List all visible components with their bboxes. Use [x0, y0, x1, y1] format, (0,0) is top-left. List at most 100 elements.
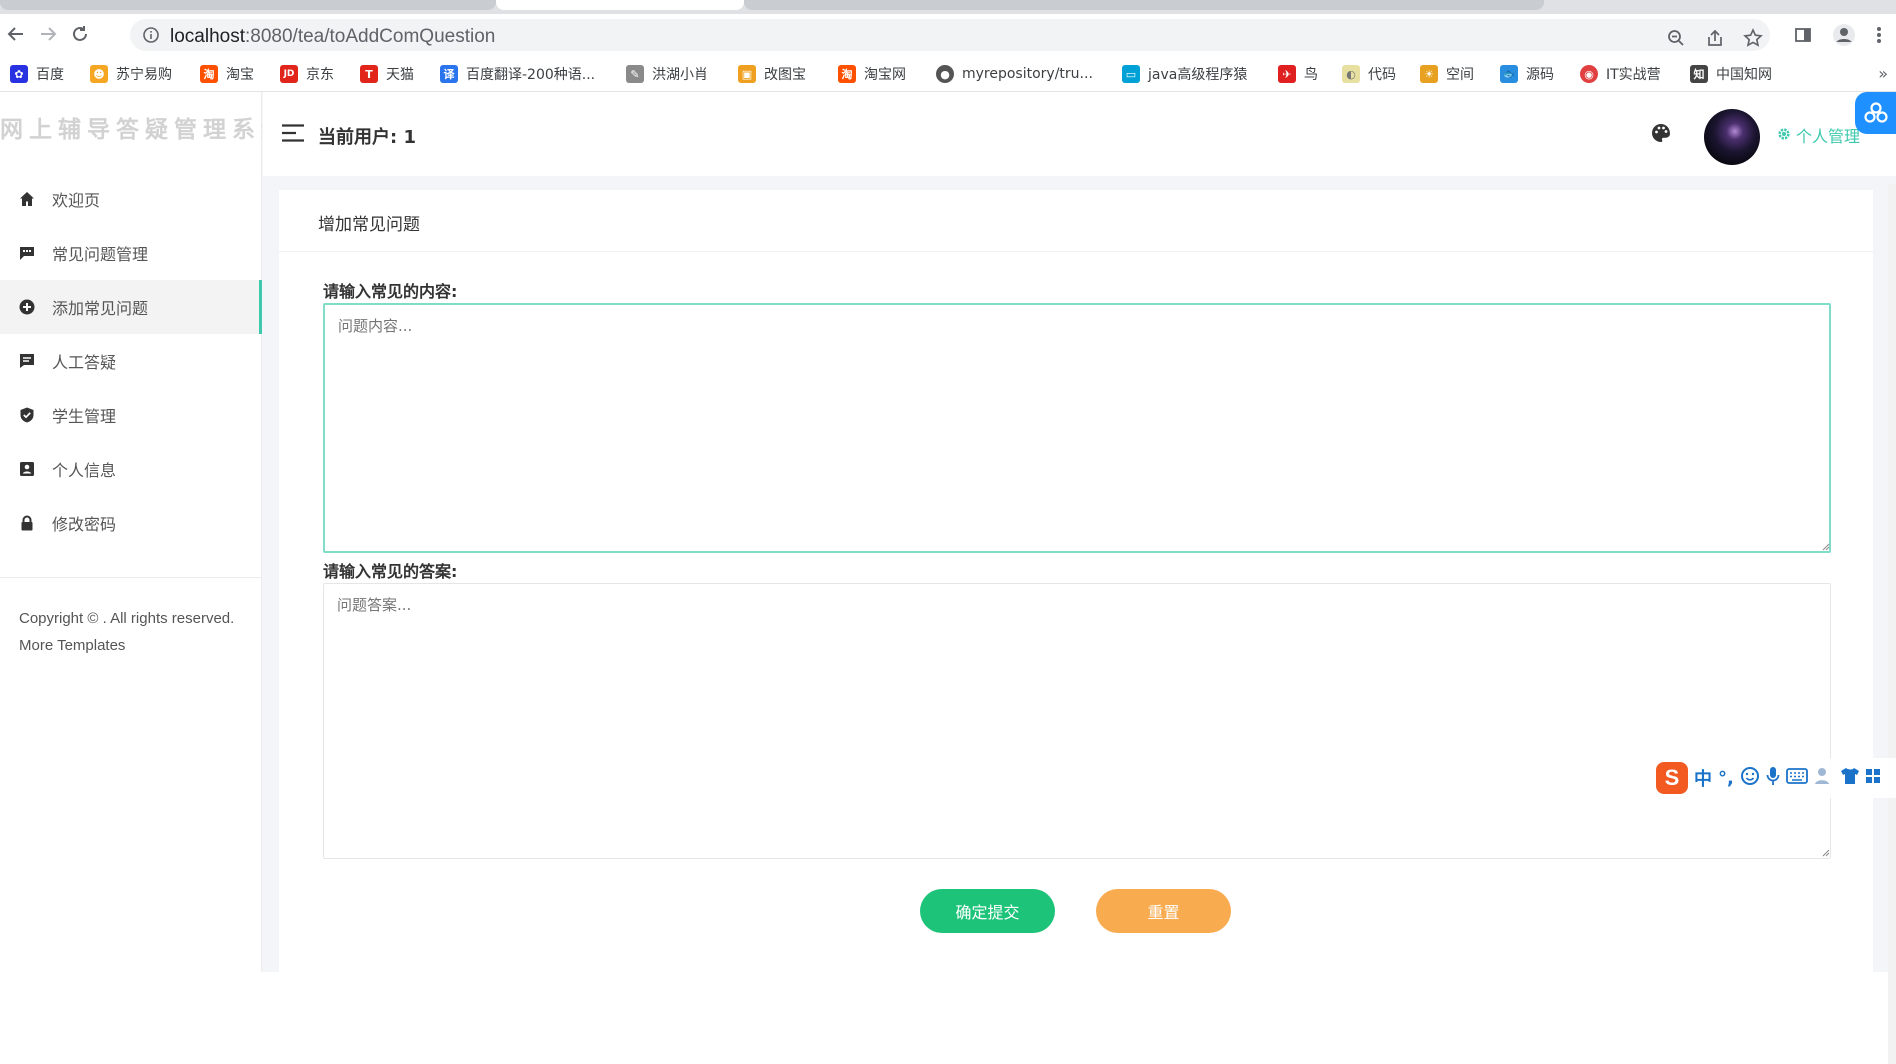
menu-kebab-icon[interactable] [1866, 22, 1892, 48]
profile-icon[interactable] [1831, 22, 1857, 48]
sidebar-item-manual-qa[interactable]: 人工答疑 [0, 334, 262, 388]
sidebar-item-label: 个人信息 [52, 461, 117, 480]
hamburger-menu-icon[interactable] [282, 124, 304, 146]
bookmark-item[interactable]: T 天猫 [360, 64, 414, 84]
resize-handle-icon[interactable] [1820, 847, 1830, 857]
sidebar-item-label: 学生管理 [52, 407, 117, 426]
sidebar-item-add-faq[interactable]: 添加常见问题 [0, 280, 262, 334]
bookmark-item[interactable]: 知中国知网 [1690, 64, 1772, 84]
cloud-widget-icon[interactable] [1855, 92, 1896, 134]
sidebar-item-welcome[interactable]: 欢迎页 [0, 172, 262, 226]
side-panel-icon[interactable] [1790, 22, 1816, 48]
ime-mode-toggle[interactable]: 中 [1694, 765, 1712, 791]
bookmark-item[interactable]: ☀ 空间 [1420, 64, 1474, 84]
bookmarks-bar: ✿ 百度 ☻ 苏宁易购 淘淘宝 JD 京东 T 天猫 译百度翻译-200种语... ✎ 洪… [0, 56, 1896, 92]
share-icon[interactable] [1704, 27, 1726, 49]
avatar[interactable] [1704, 109, 1760, 165]
ime-toolbar: S 中 °, [1652, 758, 1896, 798]
bookmark-item[interactable]: JD 京东 [280, 64, 334, 84]
zoom-icon[interactable] [1665, 27, 1687, 49]
user-settings-icon[interactable] [1814, 767, 1834, 789]
comment-icon [18, 244, 36, 262]
browser-toolbar: localhost:8080/tea/toAddComQuestion [0, 14, 1896, 54]
question-content-textarea[interactable] [323, 303, 1831, 553]
profile-management-dropdown[interactable]: 个人管理 [1777, 123, 1860, 147]
forward-icon[interactable] [36, 22, 60, 46]
resize-handle-icon[interactable] [1820, 541, 1830, 551]
bookmark-favicon-icon: ◐ [1342, 65, 1360, 83]
reset-button[interactable]: 重置 [1096, 889, 1231, 933]
browser-tab-active[interactable] [496, 0, 744, 10]
app-logo-text: 网上辅导答疑管理系统 [0, 116, 262, 143]
bookmark-item[interactable]: 淘淘宝网 [838, 64, 906, 84]
shield-check-icon [18, 406, 36, 424]
top-header: 当前用户: 1 个人管理 [263, 92, 1896, 176]
toolbox-grid-icon[interactable] [1865, 767, 1880, 789]
message-icon [18, 352, 36, 370]
microphone-icon[interactable] [1766, 766, 1780, 790]
bookmark-item[interactable]: ◉ IT实战营 [1580, 64, 1661, 84]
sidebar-item-label: 常见问题管理 [52, 245, 149, 264]
keyboard-icon[interactable] [1785, 768, 1808, 788]
add-faq-panel: 增加常见问题 请输入常见的内容: 请输入常见的答案: 确定提交 重置 [279, 190, 1873, 972]
bookmark-favicon-icon: ● [936, 65, 954, 83]
sidebar-item-faq-management[interactable]: 常见问题管理 [0, 226, 262, 280]
bookmark-item[interactable]: 🐟 源码 [1500, 64, 1554, 84]
bookmark-item[interactable]: ✿ 百度 [10, 64, 64, 84]
lock-icon [18, 514, 36, 532]
bookmark-star-icon[interactable] [1742, 27, 1764, 49]
sidebar-item-student-management[interactable]: 学生管理 [0, 388, 262, 442]
current-user-label: 当前用户: 1 [318, 127, 416, 148]
bookmarks-overflow-icon[interactable]: » [1878, 64, 1888, 83]
bookmark-item[interactable]: ✈ 鸟 [1278, 64, 1318, 84]
browser-tab[interactable] [744, 0, 1544, 10]
sogou-ime-logo-icon[interactable]: S [1656, 762, 1688, 794]
address-bar[interactable]: localhost:8080/tea/toAddComQuestion [130, 19, 1770, 51]
ime-punctuation-toggle[interactable]: °, [1718, 768, 1734, 789]
contact-card-icon [18, 460, 36, 478]
page-scrollbar[interactable] [1888, 184, 1896, 1064]
submit-button[interactable]: 确定提交 [920, 889, 1055, 933]
bookmark-favicon-icon: ▭ [1122, 65, 1140, 83]
bookmark-favicon-icon: ▣ [738, 65, 756, 83]
copyright-text: Copyright © . All rights reserved. More … [19, 610, 235, 654]
sidebar: 网上辅导答疑管理系统 欢迎页 常见问题管理 添加常见问题 人工答疑 学生管理 个… [0, 92, 262, 972]
bookmark-favicon-icon: 译 [440, 65, 458, 83]
bookmark-item[interactable]: ▭ java高级程序猿 [1122, 64, 1247, 84]
bookmark-item[interactable]: 译百度翻译-200种语... [440, 64, 595, 84]
skin-shirt-icon[interactable] [1840, 767, 1860, 789]
profile-management-label: 个人管理 [1796, 127, 1861, 146]
bookmark-favicon-icon: ☀ [1420, 65, 1438, 83]
answer-label: 请输入常见的答案: [323, 562, 458, 581]
reload-icon[interactable] [68, 22, 92, 46]
sidebar-item-label: 修改密码 [52, 515, 117, 534]
panel-title: 增加常见问题 [318, 215, 420, 235]
site-info-icon[interactable] [142, 26, 160, 48]
question-answer-textarea[interactable] [323, 583, 1831, 859]
sidebar-menu: 欢迎页 常见问题管理 添加常见问题 人工答疑 学生管理 个人信息 修改密码 [0, 172, 262, 550]
bookmark-item[interactable]: ✎ 洪湖小肖 [626, 64, 708, 84]
bookmark-favicon-icon: 知 [1690, 65, 1708, 83]
plus-circle-icon [18, 298, 36, 316]
bookmark-item[interactable]: ▣ 改图宝 [738, 64, 806, 84]
bookmark-favicon-icon: ✈ [1278, 65, 1296, 83]
sidebar-item-change-password[interactable]: 修改密码 [0, 496, 262, 550]
palette-icon[interactable] [1651, 123, 1671, 147]
panel-header-divider [279, 251, 1873, 252]
bookmark-favicon-icon: ✿ [10, 65, 28, 83]
bookmark-item[interactable]: 淘淘宝 [200, 64, 254, 84]
home-icon [18, 190, 36, 208]
bookmark-item[interactable]: ● myrepository/tru... [936, 64, 1093, 84]
gear-icon [1777, 126, 1791, 145]
bookmark-item[interactable]: ◐ 代码 [1342, 64, 1396, 84]
sidebar-item-label: 欢迎页 [52, 191, 101, 210]
back-icon[interactable] [4, 22, 28, 46]
bookmark-favicon-icon: JD [280, 65, 298, 83]
browser-tab[interactable] [0, 0, 496, 10]
bookmark-item[interactable]: ☻ 苏宁易购 [90, 64, 172, 84]
emoji-icon[interactable] [1740, 766, 1760, 790]
app-root: 网上辅导答疑管理系统 欢迎页 常见问题管理 添加常见问题 人工答疑 学生管理 个… [0, 92, 1896, 1064]
bookmark-favicon-icon: ◉ [1580, 65, 1598, 83]
bookmark-favicon-icon: T [360, 65, 378, 83]
sidebar-item-personal-info[interactable]: 个人信息 [0, 442, 262, 496]
